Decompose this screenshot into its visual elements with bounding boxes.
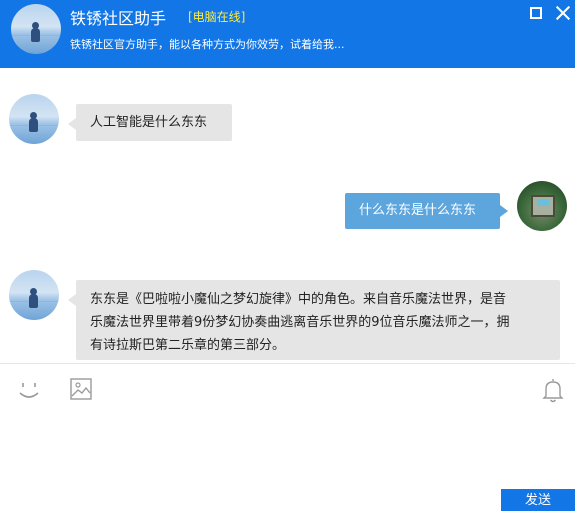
chat-subtitle: 铁锈社区官方助手，能以各种方式为你效劳，试着给我... xyxy=(70,38,345,51)
emoji-icon[interactable] xyxy=(17,378,41,406)
maximize-icon[interactable] xyxy=(530,7,542,19)
message-text: 人工智能是什么东东 xyxy=(90,115,208,130)
message-text: 什么东东是什么东东 xyxy=(359,203,477,218)
message-bubble-incoming: 人工智能是什么东东 xyxy=(68,104,232,141)
assistant-avatar[interactable] xyxy=(11,4,61,54)
message-list: 人工智能是什么东东 什么东东是什么东东 东东是《巴啦啦小魔仙之梦幻旋律》中的角色… xyxy=(0,68,575,364)
message-line: 东东是《巴啦啦小魔仙之梦幻旋律》中的角色。来自音乐魔法世界，是音 xyxy=(90,292,507,307)
chat-title: 铁锈社区助手 xyxy=(70,9,167,28)
send-button[interactable]: 发送 xyxy=(501,489,575,511)
image-icon[interactable] xyxy=(70,378,92,404)
bell-icon[interactable] xyxy=(541,377,565,407)
assistant-avatar[interactable] xyxy=(9,94,59,144)
chat-header: 铁锈社区助手 [电脑在线] 铁锈社区官方助手，能以各种方式为你效劳，试着给我..… xyxy=(0,0,575,68)
message-line: 有诗拉斯巴第二乐章的第三部分。 xyxy=(90,338,286,353)
message-line: 乐魔法世界里带着9份梦幻协奏曲逃离音乐世界的9位音乐魔法师之一，拥 xyxy=(90,315,510,330)
message-bubble-outgoing: 什么东东是什么东东 xyxy=(345,193,508,229)
user-avatar[interactable] xyxy=(517,181,567,231)
assistant-avatar[interactable] xyxy=(9,270,59,320)
toolbar-divider xyxy=(0,363,575,364)
message-bubble-incoming: 东东是《巴啦啦小魔仙之梦幻旋律》中的角色。来自音乐魔法世界，是音 乐魔法世界里带… xyxy=(68,280,560,360)
close-icon[interactable] xyxy=(554,4,572,22)
online-status: [电脑在线] xyxy=(188,10,246,24)
message-input[interactable] xyxy=(0,406,495,506)
